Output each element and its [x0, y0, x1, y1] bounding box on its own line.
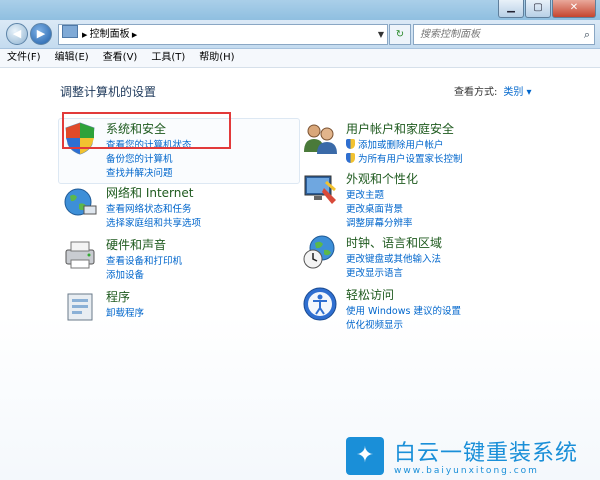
- category-link[interactable]: 添加设备: [106, 267, 144, 281]
- category-title[interactable]: 程序: [106, 288, 130, 305]
- menu-file[interactable]: 文件(F): [0, 49, 48, 67]
- network-internet-icon: [64, 188, 97, 216]
- category-link[interactable]: 为所有用户设置家长控制: [346, 151, 463, 165]
- uac-shield-icon: [346, 153, 355, 163]
- ease-of-access-icon: [303, 287, 337, 321]
- category-title[interactable]: 硬件和声音: [106, 236, 166, 253]
- control-panel-icon: [62, 25, 78, 38]
- address-dropdown-icon[interactable]: ▼: [378, 25, 384, 44]
- category-link[interactable]: 添加或删除用户帐户: [346, 137, 444, 151]
- category-title[interactable]: 轻松访问: [346, 286, 394, 303]
- breadcrumb-separator-icon: ▶: [129, 31, 138, 39]
- menu-tools[interactable]: 工具(T): [144, 49, 192, 67]
- back-arrow-icon: ◀: [12, 27, 22, 40]
- forward-button[interactable]: ▶: [30, 23, 52, 45]
- clock-language-region-icon: [303, 235, 335, 269]
- watermark-name: 白云一键重装系统: [394, 441, 579, 466]
- view-by: 查看方式: 类别 ▾: [454, 83, 532, 98]
- address-toolbar: ◀ ▶ ▶ 控制面板 ▶ ▼ ↻ ⌕: [0, 20, 600, 49]
- category-link[interactable]: 查找并解决问题: [106, 165, 173, 179]
- programs-icon: [67, 293, 93, 321]
- category-link[interactable]: 优化视频显示: [346, 317, 403, 331]
- breadcrumb-control-panel[interactable]: 控制面板: [90, 29, 130, 40]
- back-button[interactable]: ◀: [6, 23, 28, 45]
- window-controls: ▁ ▢ ✕: [498, 0, 596, 18]
- category-link[interactable]: 更改键盘或其他输入法: [346, 251, 441, 265]
- user-accounts-icon: [304, 124, 337, 154]
- category-link[interactable]: 更改桌面背景: [346, 201, 403, 215]
- uac-shield-icon: [346, 139, 355, 149]
- address-box[interactable]: ▶ 控制面板 ▶ ▼: [58, 24, 388, 45]
- page-title: 调整计算机的设置: [60, 85, 157, 99]
- category-link[interactable]: 选择家庭组和共享选项: [106, 215, 201, 229]
- menu-bar: 文件(F) 编辑(E) 查看(V) 工具(T) 帮助(H): [0, 49, 600, 68]
- title-bar: ▁ ▢ ✕: [0, 0, 600, 20]
- bird-logo-icon: ✦: [346, 437, 384, 475]
- breadcrumb-separator-icon: ▶: [82, 31, 90, 39]
- category-link[interactable]: 查看网络状态和任务: [106, 201, 192, 215]
- category-link[interactable]: 查看设备和打印机: [106, 253, 182, 267]
- watermark-logo: ✦ 白云一键重装系统 www.baiyunxitong.com: [346, 435, 598, 479]
- menu-help[interactable]: 帮助(H): [192, 49, 241, 67]
- maximize-button[interactable]: ▢: [525, 0, 551, 18]
- category-title[interactable]: 网络和 Internet: [106, 184, 193, 201]
- menu-edit[interactable]: 编辑(E): [48, 49, 96, 67]
- category-title[interactable]: 外观和个性化: [346, 170, 418, 187]
- category-link[interactable]: 卸载程序: [106, 305, 144, 319]
- forward-arrow-icon: ▶: [36, 27, 46, 40]
- view-by-label: 查看方式:: [454, 87, 498, 98]
- category-link[interactable]: 使用 Windows 建议的设置: [346, 303, 461, 317]
- category-link[interactable]: 更改显示语言: [346, 265, 403, 279]
- minimize-button[interactable]: ▁: [498, 0, 524, 18]
- search-icon[interactable]: ⌕: [584, 25, 590, 44]
- control-panel-content: 调整计算机的设置 查看方式: 类别 ▾ 系统和安全 查看您的计算机状态 备份您的计…: [0, 68, 600, 480]
- category-link[interactable]: 更改主题: [346, 187, 384, 201]
- search-input[interactable]: [414, 28, 572, 41]
- highlight-annotation-box: [62, 112, 231, 149]
- category-link[interactable]: 备份您的计算机: [106, 151, 173, 165]
- category-title[interactable]: 时钟、语言和区域: [346, 234, 442, 251]
- refresh-icon: ↻: [395, 29, 405, 40]
- category-link[interactable]: 调整屏幕分辨率: [346, 215, 413, 229]
- refresh-button[interactable]: ↻: [389, 24, 411, 45]
- search-box[interactable]: ⌕: [413, 24, 595, 45]
- close-button[interactable]: ✕: [552, 0, 596, 18]
- category-title[interactable]: 用户帐户和家庭安全: [346, 120, 454, 137]
- appearance-icon: [304, 175, 336, 204]
- hardware-sound-icon: [65, 241, 95, 269]
- view-by-dropdown[interactable]: 类别 ▾: [503, 87, 531, 98]
- watermark-url: www.baiyunxitong.com: [394, 466, 539, 476]
- menu-view[interactable]: 查看(V): [96, 49, 145, 67]
